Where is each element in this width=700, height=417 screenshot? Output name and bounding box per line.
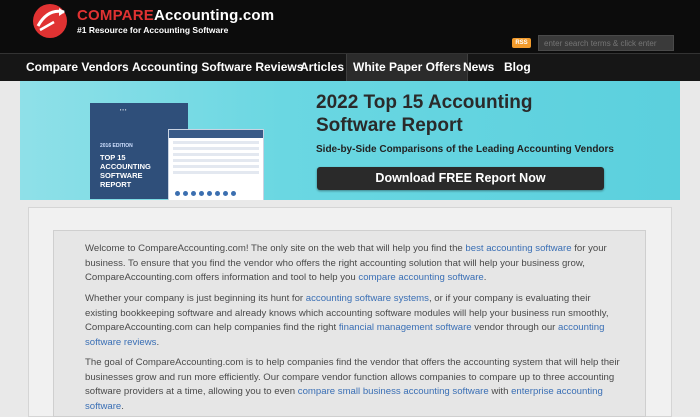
intro-text-1: Welcome to CompareAccounting.com! The on… (85, 243, 466, 254)
logo-icon[interactable] (30, 2, 72, 40)
report-cover-title: TOP 15 ACCOUNTING SOFTWARE REPORT (100, 153, 151, 189)
hunt-paragraph: Whether your company is just beginning i… (85, 292, 625, 350)
site-brand[interactable]: COMPAREAccounting.com (77, 7, 274, 24)
banner-subtitle: Side-by-Side Comparisons of the Leading … (316, 144, 614, 155)
nav-news[interactable]: News (463, 54, 494, 81)
nav-compare-vendors[interactable]: Compare Vendors (26, 54, 129, 81)
nav-accounting-software-reviews[interactable]: Accounting Software Reviews (132, 54, 303, 81)
hunt-text-4: . (156, 336, 160, 348)
intro-paragraph: Welcome to CompareAccounting.com! The on… (85, 242, 625, 286)
nav-blog[interactable]: Blog (504, 54, 531, 81)
intro-text-3: . (483, 272, 487, 283)
hunt-text-3: vendor through our (471, 322, 559, 333)
report-cover-edition: 2016 EDITION (100, 143, 133, 149)
report-cover-brand-mark: ▪ ▪ ▪ (120, 107, 127, 112)
link-best-accounting-software[interactable]: best accounting software (465, 243, 571, 254)
banner-title: 2022 Top 15 Accounting Software Report (316, 92, 533, 136)
goal-text-2: with (488, 386, 512, 397)
site-header: COMPAREAccounting.com #1 Resource for Ac… (0, 0, 700, 53)
link-compare-accounting-software[interactable]: compare accounting software (358, 272, 483, 283)
hunt-text-1: Whether your company is just beginning i… (85, 293, 306, 304)
main-nav: Compare Vendors Accounting Software Revi… (0, 53, 700, 81)
brand-prefix: COMPARE (77, 7, 154, 24)
goal-paragraph: The goal of CompareAccounting.com is to … (85, 356, 625, 414)
link-compare-small-business-accounting-software[interactable]: compare small business accounting softwa… (298, 386, 489, 397)
search-input[interactable] (538, 35, 674, 51)
rss-button[interactable]: RSS (512, 38, 531, 48)
nav-articles[interactable]: Articles (300, 54, 344, 81)
report-banner[interactable]: ▪ ▪ ▪ 2016 EDITION TOP 15 ACCOUNTING SOF… (20, 81, 680, 200)
link-financial-management-software[interactable]: financial management software (339, 322, 472, 333)
link-accounting-software-systems[interactable]: accounting software systems (306, 293, 429, 304)
nav-white-paper-offers[interactable]: White Paper Offers (346, 54, 469, 81)
brand-suffix: Accounting.com (153, 7, 275, 24)
download-report-button[interactable]: Download FREE Report Now (317, 167, 604, 190)
goal-text-3: . (121, 400, 124, 412)
report-sheet-image (168, 129, 264, 200)
site-tagline: #1 Resource for Accounting Software (77, 25, 229, 35)
